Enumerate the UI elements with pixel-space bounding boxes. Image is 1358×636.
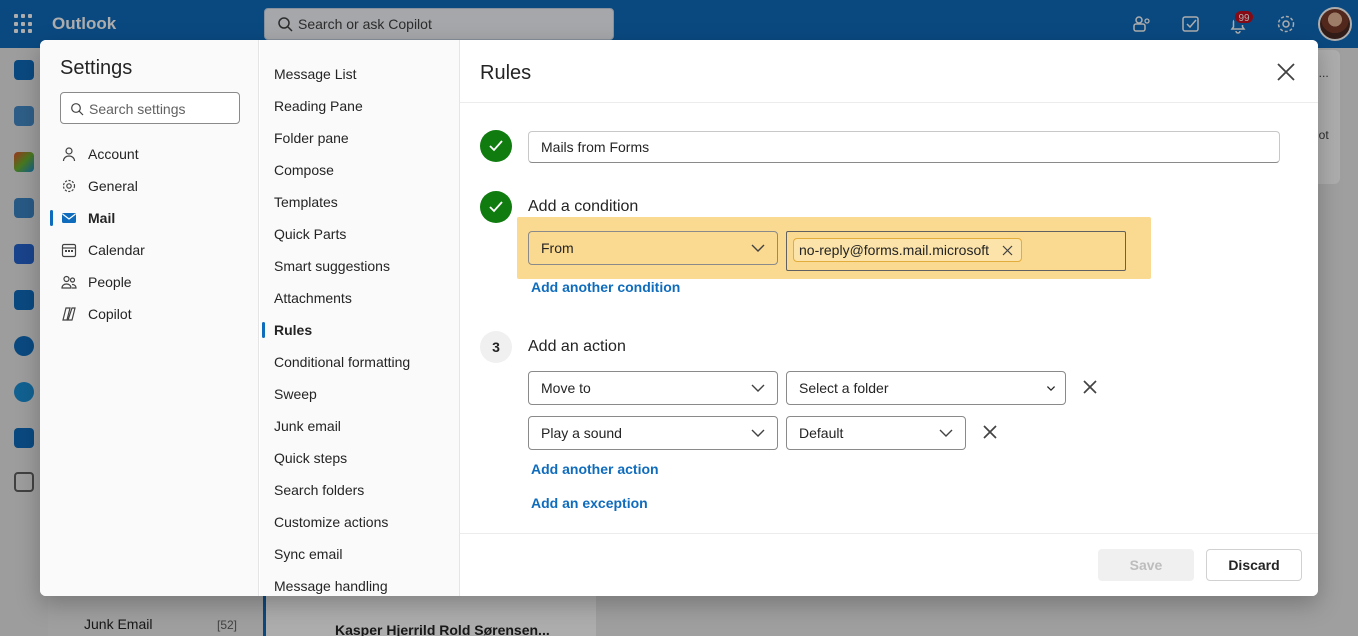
person-icon xyxy=(62,147,76,162)
mail-setting-conditional-formatting[interactable]: Conditional formatting xyxy=(260,346,459,378)
condition-field-value: From xyxy=(541,240,574,256)
add-another-condition-link[interactable]: Add another condition xyxy=(531,279,680,295)
action-1-type-dropdown[interactable]: Move to xyxy=(528,371,778,405)
mail-settings-list: Message List Reading Pane Folder pane Co… xyxy=(260,58,459,596)
mail-setting-message-handling[interactable]: Message handling xyxy=(260,570,459,596)
category-calendar[interactable]: Calendar xyxy=(40,234,259,266)
rules-title: Rules xyxy=(480,62,532,84)
mail-setting-sync-email[interactable]: Sync email xyxy=(260,538,459,570)
chevron-down-icon xyxy=(939,429,953,437)
add-another-action-link[interactable]: Add another action xyxy=(531,461,659,477)
category-account[interactable]: Account xyxy=(40,138,259,170)
category-label: People xyxy=(88,274,132,290)
condition-heading: Add a condition xyxy=(528,198,639,215)
settings-search-input[interactable] xyxy=(89,99,234,119)
settings-categories-pane: Settings Account General Mail Calendar xyxy=(40,40,259,596)
action-2-type-value: Play a sound xyxy=(541,425,622,441)
add-exception-link[interactable]: Add an exception xyxy=(531,495,648,511)
category-label: Calendar xyxy=(88,242,145,258)
chevron-down-icon xyxy=(1046,386,1056,392)
sender-chip-label: no-reply@forms.mail.microsoft xyxy=(799,242,990,258)
mail-setting-customize-actions[interactable]: Customize actions xyxy=(260,506,459,538)
mail-setting-quick-parts[interactable]: Quick Parts xyxy=(260,218,459,250)
mail-setting-folder-pane[interactable]: Folder pane xyxy=(260,122,459,154)
gear-icon xyxy=(62,179,76,193)
action-2-type-dropdown[interactable]: Play a sound xyxy=(528,416,778,450)
chevron-down-icon xyxy=(751,244,765,252)
mail-setting-reading-pane[interactable]: Reading Pane xyxy=(260,90,459,122)
mail-settings-pane: Message List Reading Pane Folder pane Co… xyxy=(260,40,460,596)
settings-title: Settings xyxy=(60,57,133,79)
settings-dialog: Settings Account General Mail Calendar xyxy=(40,40,1318,596)
condition-field-dropdown[interactable]: From xyxy=(528,231,778,265)
category-label: General xyxy=(88,178,138,194)
header-divider xyxy=(460,102,1318,103)
mail-setting-sweep[interactable]: Sweep xyxy=(260,378,459,410)
discard-button[interactable]: Discard xyxy=(1206,549,1302,581)
settings-category-list: Account General Mail Calendar People Cop… xyxy=(40,138,259,330)
checkmark-icon xyxy=(489,140,503,152)
action-1-folder-dropdown[interactable]: Select a folder xyxy=(786,371,1066,405)
checkmark-icon xyxy=(489,201,503,213)
rules-editor: Rules Add a condition From no-reply@form… xyxy=(460,40,1318,596)
mail-setting-message-list[interactable]: Message List xyxy=(260,58,459,90)
mail-setting-junk-email[interactable]: Junk email xyxy=(260,410,459,442)
remove-action-2-icon[interactable] xyxy=(982,424,998,440)
mail-setting-quick-steps[interactable]: Quick steps xyxy=(260,442,459,474)
category-copilot[interactable]: Copilot xyxy=(40,298,259,330)
mail-icon xyxy=(62,213,76,223)
category-general[interactable]: General xyxy=(40,170,259,202)
chevron-down-icon xyxy=(751,384,765,392)
category-label: Account xyxy=(88,146,139,162)
mail-setting-compose[interactable]: Compose xyxy=(260,154,459,186)
action-2-sound-dropdown[interactable]: Default xyxy=(786,416,966,450)
settings-search-box[interactable] xyxy=(60,92,240,124)
calendar-icon xyxy=(61,243,77,258)
category-label: Copilot xyxy=(88,306,132,322)
action-2-sound-value: Default xyxy=(799,425,844,441)
remove-chip-icon[interactable] xyxy=(1002,245,1013,256)
category-people[interactable]: People xyxy=(40,266,259,298)
save-button[interactable]: Save xyxy=(1098,549,1194,581)
category-label: Mail xyxy=(88,210,116,226)
step-2-complete xyxy=(480,191,512,223)
search-icon xyxy=(71,103,84,116)
footer-divider xyxy=(460,533,1318,534)
chevron-down-icon xyxy=(751,429,765,437)
copilot-icon xyxy=(62,307,76,321)
step-3-number: 3 xyxy=(480,331,512,363)
category-mail[interactable]: Mail xyxy=(40,202,259,234)
close-icon[interactable] xyxy=(1274,60,1298,84)
people-icon xyxy=(61,275,77,289)
sender-chip: no-reply@forms.mail.microsoft xyxy=(793,238,1023,262)
mail-setting-templates[interactable]: Templates xyxy=(260,186,459,218)
condition-value-box[interactable]: no-reply@forms.mail.microsoft xyxy=(786,231,1126,271)
mail-setting-attachments[interactable]: Attachments xyxy=(260,282,459,314)
mail-setting-search-folders[interactable]: Search folders xyxy=(260,474,459,506)
action-1-folder-value: Select a folder xyxy=(799,380,889,396)
remove-action-1-icon[interactable] xyxy=(1082,379,1098,395)
mail-setting-smart-suggestions[interactable]: Smart suggestions xyxy=(260,250,459,282)
rule-name-input[interactable] xyxy=(528,131,1280,163)
mail-setting-rules[interactable]: Rules xyxy=(260,314,459,346)
action-heading: Add an action xyxy=(528,338,626,355)
action-1-type-value: Move to xyxy=(541,380,591,396)
step-1-complete xyxy=(480,130,512,162)
